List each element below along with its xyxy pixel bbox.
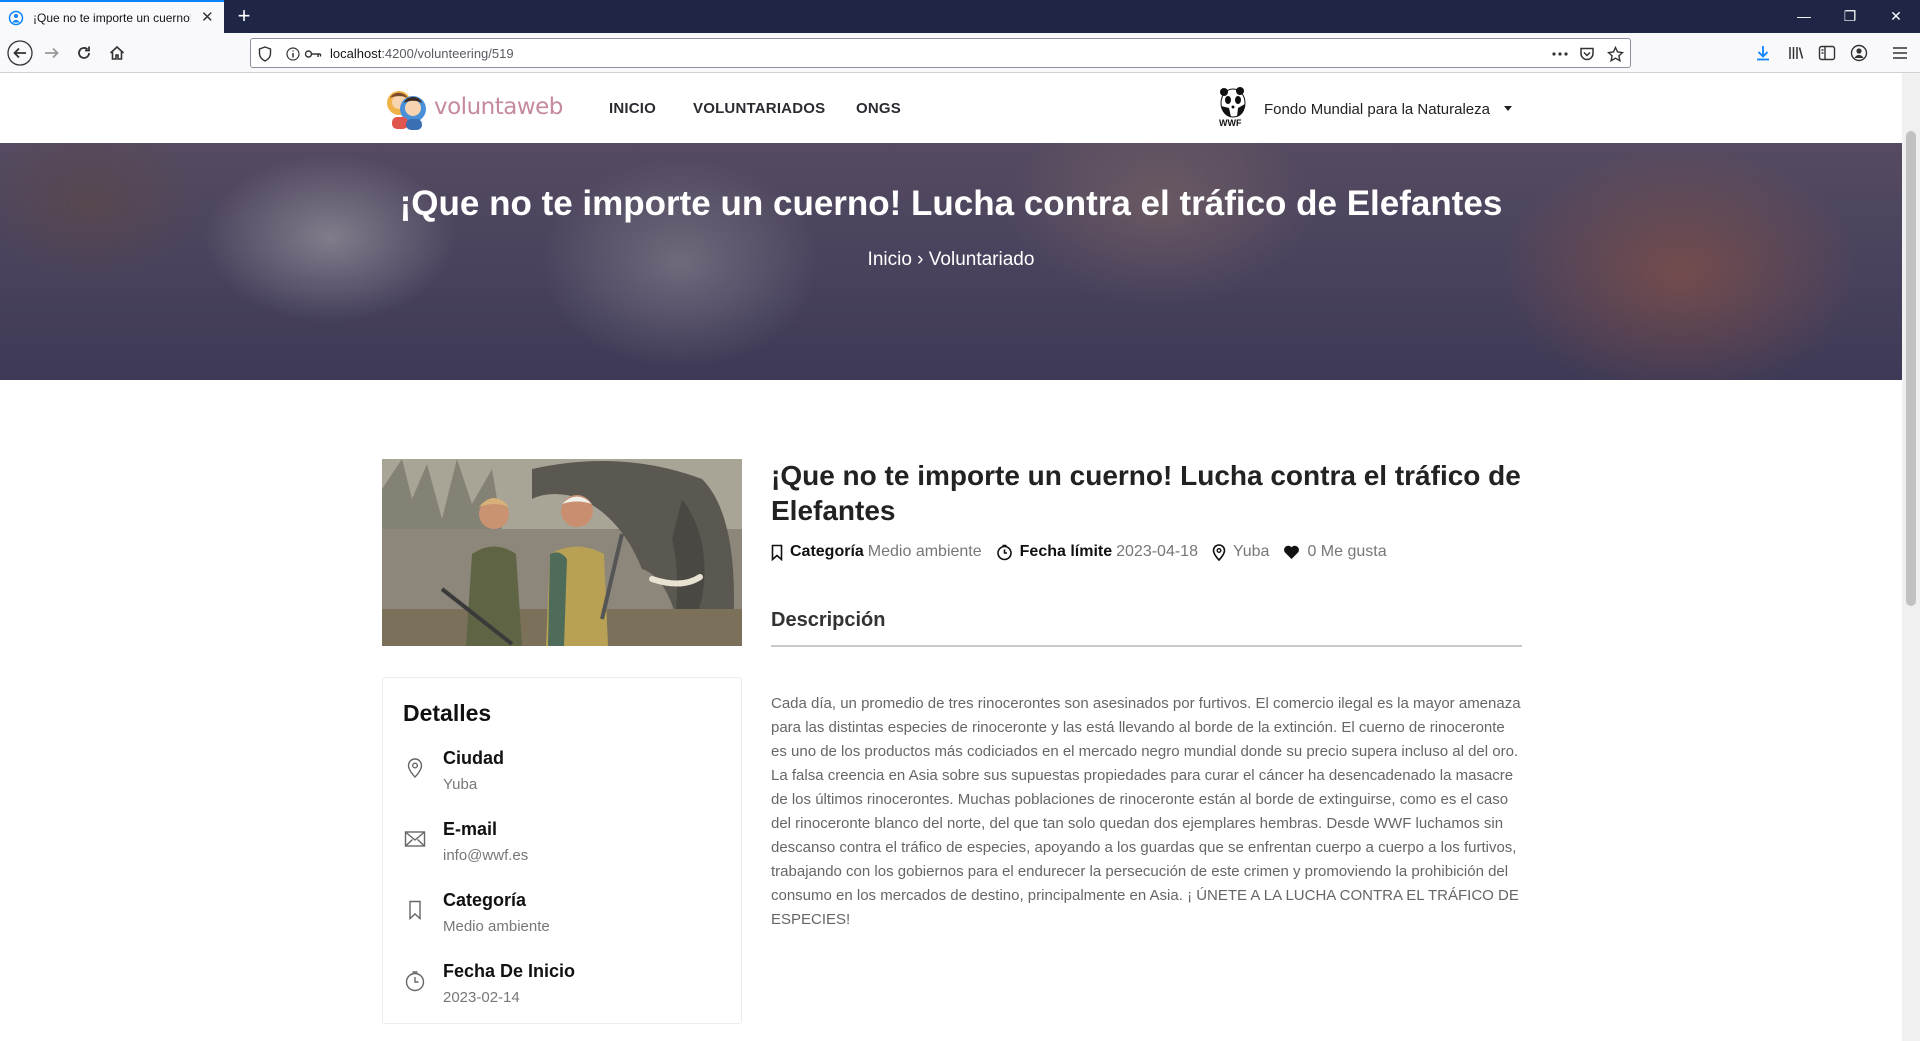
sidebar-icon[interactable] (1813, 39, 1841, 67)
shield-icon[interactable] (255, 44, 275, 64)
org-dropdown[interactable]: Fondo Mundial para la Naturaleza (1264, 101, 1490, 118)
detail-label: Ciudad (443, 748, 504, 768)
home-icon[interactable] (103, 39, 131, 67)
url-bar[interactable]: localhost:4200/volunteering/519 (250, 38, 1631, 68)
meta-category-value: Medio ambiente (867, 543, 982, 560)
nav-voluntariados[interactable]: VOLUNTARIADOS (693, 100, 825, 117)
wwf-panda-logo: WWF (1218, 86, 1248, 130)
close-icon[interactable]: ✕ (201, 10, 214, 25)
library-icon[interactable] (1782, 39, 1810, 67)
detail-value: 2023-02-14 (443, 989, 520, 1006)
detail-label: Fecha De Inicio (443, 961, 576, 981)
account-icon[interactable] (1845, 39, 1873, 67)
meta-category: Categoría Medio ambiente (771, 543, 982, 561)
heart-icon[interactable] (1283, 545, 1300, 560)
details-title: Detalles (403, 700, 492, 726)
description-divider (771, 645, 1522, 647)
volunteering-title: ¡Que no te importe un cuerno! Lucha cont… (771, 460, 1521, 526)
mail-icon (403, 827, 427, 851)
url-path: :4200/volunteering/519 (381, 46, 514, 61)
bookmark-icon (771, 544, 783, 561)
meta-category-label: Categoría (790, 543, 864, 560)
nav-ongs[interactable]: ONGS (856, 100, 901, 117)
url-text[interactable]: localhost:4200/volunteering/519 (330, 46, 514, 61)
detail-label: E-mail (443, 819, 498, 839)
breadcrumb[interactable]: Inicio › Voluntariado (0, 249, 1902, 271)
details-card: Detalles Ciudad Yuba E-mail info@wwf.es … (382, 677, 742, 1024)
tab-bar: ¡Que no te importe un cuerno! Lucha cont… (0, 0, 1920, 33)
forward-icon[interactable] (38, 39, 66, 67)
meta-likes[interactable]: 0 Me gusta (1283, 543, 1387, 561)
meta-location: Yuba (1212, 543, 1269, 561)
meta-deadline: Fecha límite 2023-04-18 (996, 543, 1198, 561)
likes-count: 0 Me gusta (1307, 543, 1387, 560)
clock-icon (403, 969, 427, 993)
description-heading: Descripción (771, 609, 886, 631)
restore-icon[interactable]: ❐ (1827, 0, 1873, 33)
volunteering-meta: Categoría Medio ambiente Fecha límite 20… (771, 542, 1401, 562)
download-icon[interactable] (1749, 39, 1777, 67)
detail-value: Yuba (443, 776, 478, 793)
nav-inicio[interactable]: INICIO (609, 100, 656, 117)
browser-toolbar: localhost:4200/volunteering/519 (0, 33, 1920, 73)
new-tab-icon[interactable]: + (231, 3, 257, 29)
browser-tab[interactable]: ¡Que no te importe un cuerno! Lucha cont… (0, 0, 224, 33)
description-text: Cada día, un promedio de tres rinoceront… (771, 695, 1521, 928)
hero-title: ¡Que no te importe un cuerno! Lucha cont… (399, 184, 1503, 223)
volunteering-photo (382, 459, 742, 646)
clock-icon (996, 544, 1012, 560)
detail-label: Categoría (443, 890, 527, 910)
logo-text: voluntaweb (434, 94, 563, 120)
info-icon[interactable] (283, 44, 303, 64)
detail-value: Medio ambiente (443, 918, 550, 935)
caret-down-icon[interactable] (1504, 106, 1512, 111)
more-actions-icon[interactable] (1550, 44, 1570, 64)
reload-icon[interactable] (70, 39, 98, 67)
site-logo[interactable]: voluntaweb (384, 83, 563, 131)
site-header: voluntaweb INICIO VOLUNTARIADOS ONGS WWF… (0, 73, 1902, 143)
meta-location-value: Yuba (1232, 543, 1270, 560)
minimize-icon[interactable]: — (1781, 0, 1827, 33)
window-close-icon[interactable]: ✕ (1873, 0, 1919, 33)
wwf-logo-text: WWF (1219, 118, 1242, 128)
map-pin-icon (403, 756, 427, 780)
tab-title: ¡Que no te importe un cuerno! Lucha cont… (33, 10, 191, 25)
meta-deadline-label: Fecha límite (1019, 543, 1113, 560)
detail-value[interactable]: info@wwf.es (443, 847, 528, 864)
pocket-icon[interactable] (1577, 44, 1597, 64)
page-scrollbar[interactable] (1902, 73, 1920, 1041)
map-pin-icon (1212, 543, 1226, 561)
volunteers-logo-icon (387, 91, 426, 130)
hamburger-menu-icon[interactable] (1886, 39, 1914, 67)
meta-deadline-value: 2023-04-18 (1116, 543, 1198, 560)
back-icon[interactable] (6, 39, 34, 67)
bookmark-icon (403, 898, 427, 922)
url-host: localhost (330, 46, 382, 61)
bookmark-star-icon[interactable] (1605, 44, 1625, 64)
hero-banner: ¡Que no te importe un cuerno! Lucha cont… (0, 143, 1902, 380)
scrollbar-thumb[interactable] (1906, 131, 1916, 606)
key-icon[interactable] (303, 44, 323, 64)
favicon-icon (8, 10, 24, 26)
